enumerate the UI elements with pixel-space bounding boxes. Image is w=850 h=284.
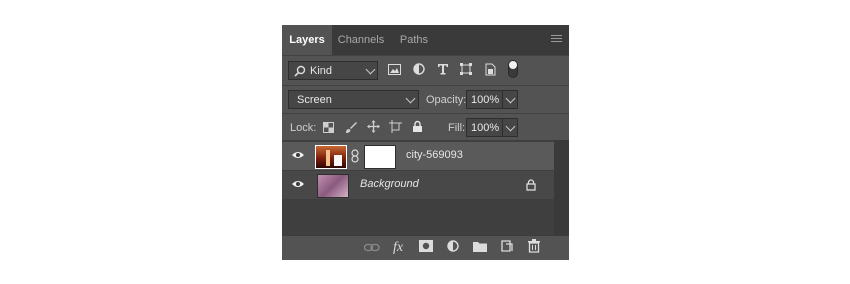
search-icon: [294, 65, 306, 77]
fx-icon[interactable]: fx: [392, 239, 408, 255]
lock-all-icon[interactable]: [412, 120, 423, 133]
layers-scrollbar[interactable]: [554, 140, 569, 235]
layers-list: city-569093 Background: [282, 140, 569, 235]
smart-object-filter-icon[interactable]: [485, 63, 496, 76]
trash-icon[interactable]: [528, 239, 540, 253]
svg-text:fx: fx: [393, 240, 404, 255]
opacity-label: Opacity:: [426, 94, 467, 106]
chevron-down-icon: [405, 93, 416, 104]
opacity-value: 100%: [471, 94, 500, 106]
type-filter-icon[interactable]: [437, 63, 449, 75]
layer-name[interactable]: Background: [360, 178, 419, 190]
blend-mode-value: Screen: [297, 94, 332, 106]
chevron-down-icon: [505, 93, 516, 104]
layer-row-city[interactable]: city-569093: [282, 142, 554, 170]
tab-layers[interactable]: Layers: [282, 25, 332, 55]
chain-link-icon[interactable]: [351, 149, 359, 163]
layer-thumbnail[interactable]: [317, 174, 349, 198]
folder-icon[interactable]: [473, 241, 487, 252]
lock-image-icon[interactable]: [345, 121, 357, 133]
layer-name[interactable]: city-569093: [406, 149, 463, 161]
kind-label: Kind: [310, 65, 333, 77]
shape-filter-icon[interactable]: [460, 63, 472, 75]
link-icon[interactable]: [364, 243, 380, 252]
fill-input[interactable]: 100%: [466, 118, 503, 137]
lock-row: Lock: Fill: 100%: [282, 113, 569, 141]
eye-icon[interactable]: [292, 180, 304, 188]
layer-mask-thumbnail[interactable]: [364, 145, 396, 169]
lock-label: Lock:: [290, 122, 317, 134]
tab-paths[interactable]: Paths: [392, 25, 436, 55]
opacity-input[interactable]: 100%: [466, 90, 503, 109]
bottom-toolbar: fx: [282, 235, 569, 260]
lock-transparent-icon[interactable]: [323, 122, 334, 133]
tab-channels[interactable]: Channels: [334, 25, 388, 55]
kind-dropdown[interactable]: Kind: [288, 61, 378, 80]
lock-position-icon[interactable]: [367, 120, 380, 133]
layer-row-background[interactable]: Background: [282, 171, 554, 199]
filter-toggle-icon[interactable]: [508, 60, 518, 78]
panel-menu-icon[interactable]: [551, 35, 562, 44]
image-filter-icon[interactable]: [388, 64, 401, 75]
filter-row: Kind: [282, 55, 569, 85]
blend-mode-dropdown[interactable]: Screen: [288, 90, 419, 109]
mask-icon[interactable]: [419, 240, 433, 252]
blend-row: Screen Opacity: 100%: [282, 85, 569, 113]
tab-bar: Layers Channels Paths: [282, 25, 569, 55]
adjustment-icon[interactable]: [447, 240, 459, 252]
eye-icon[interactable]: [292, 151, 304, 159]
adjustment-filter-icon[interactable]: [413, 63, 425, 75]
smart-object-badge-icon: [334, 155, 342, 166]
chevron-down-icon: [505, 121, 516, 132]
lock-icon: [526, 179, 536, 191]
chevron-down-icon: [365, 64, 376, 75]
fill-label: Fill:: [448, 122, 466, 134]
fill-value: 100%: [471, 122, 500, 134]
layer-thumbnail[interactable]: [315, 145, 347, 169]
lock-artboard-icon[interactable]: [389, 120, 402, 133]
fill-dropdown-button[interactable]: [502, 118, 518, 137]
new-layer-icon[interactable]: [501, 240, 513, 252]
opacity-dropdown-button[interactable]: [502, 90, 518, 109]
layers-panel: Layers Channels Paths Kind Screen Opacit…: [282, 25, 569, 260]
